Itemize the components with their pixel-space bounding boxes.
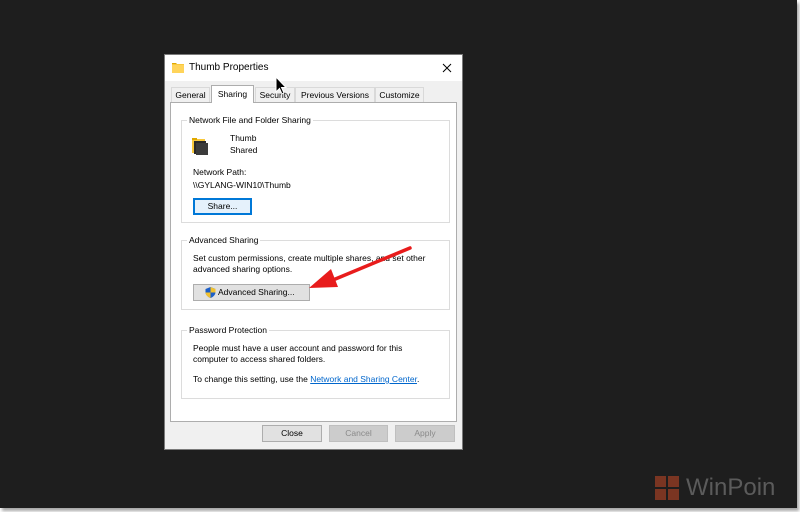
share-button[interactable]: Share... (193, 198, 252, 215)
tab-sharing[interactable]: Sharing (211, 85, 254, 103)
close-button[interactable]: Close (262, 425, 322, 442)
tab-customize[interactable]: Customize (375, 87, 424, 102)
close-icon[interactable] (437, 58, 457, 78)
properties-dialog: Thumb Properties General Sharing Securit… (164, 54, 463, 450)
password-text-2: computer to access shared folders. (193, 354, 326, 364)
password-text-3-prefix: To change this setting, use the (193, 374, 311, 384)
password-text-3: To change this setting, use the Network … (193, 374, 419, 384)
sharing-panel: Network File and Folder Sharing Thumb Sh… (170, 102, 457, 422)
group-title-advanced-sharing: Advanced Sharing (187, 235, 261, 245)
folder-status: Shared (230, 145, 258, 155)
window-title: Thumb Properties (189, 62, 269, 73)
network-path-value: \\GYLANG-WIN10\Thumb (193, 180, 291, 190)
tab-previous-versions[interactable]: Previous Versions (295, 87, 375, 102)
advanced-sharing-button-label: Advanced Sharing... (218, 287, 295, 297)
advanced-sharing-desc-2: advanced sharing options. (193, 264, 293, 274)
password-text-3-suffix: . (416, 374, 420, 384)
cancel-button: Cancel (329, 425, 388, 442)
network-sharing-center-link[interactable]: Network and Sharing Center (310, 374, 417, 384)
watermark-logo-icon (655, 476, 679, 500)
network-path-label: Network Path: (193, 167, 247, 177)
shared-folder-icon (192, 138, 208, 155)
folder-icon (172, 63, 184, 73)
tab-general[interactable]: General (171, 87, 210, 102)
folder-name: Thumb (230, 133, 257, 143)
advanced-sharing-desc-1: Set custom permissions, create multiple … (193, 253, 426, 263)
desktop-background: Thumb Properties General Sharing Securit… (0, 0, 797, 508)
watermark-text: WinPoin (686, 474, 776, 501)
password-protection-group: Password Protection People must have a u… (181, 325, 450, 399)
password-text-1: People must have a user account and pass… (193, 343, 403, 353)
apply-button: Apply (395, 425, 455, 442)
title-bar[interactable]: Thumb Properties (165, 55, 462, 81)
mouse-cursor-icon (275, 76, 287, 95)
advanced-sharing-group: Advanced Sharing Set custom permissions,… (181, 235, 450, 310)
advanced-sharing-button[interactable]: Advanced Sharing... (193, 284, 310, 301)
network-sharing-group: Network File and Folder Sharing Thumb Sh… (181, 115, 450, 223)
group-title-password-protection: Password Protection (187, 325, 269, 335)
uac-shield-icon (205, 287, 216, 298)
group-title-network-sharing: Network File and Folder Sharing (187, 115, 313, 125)
